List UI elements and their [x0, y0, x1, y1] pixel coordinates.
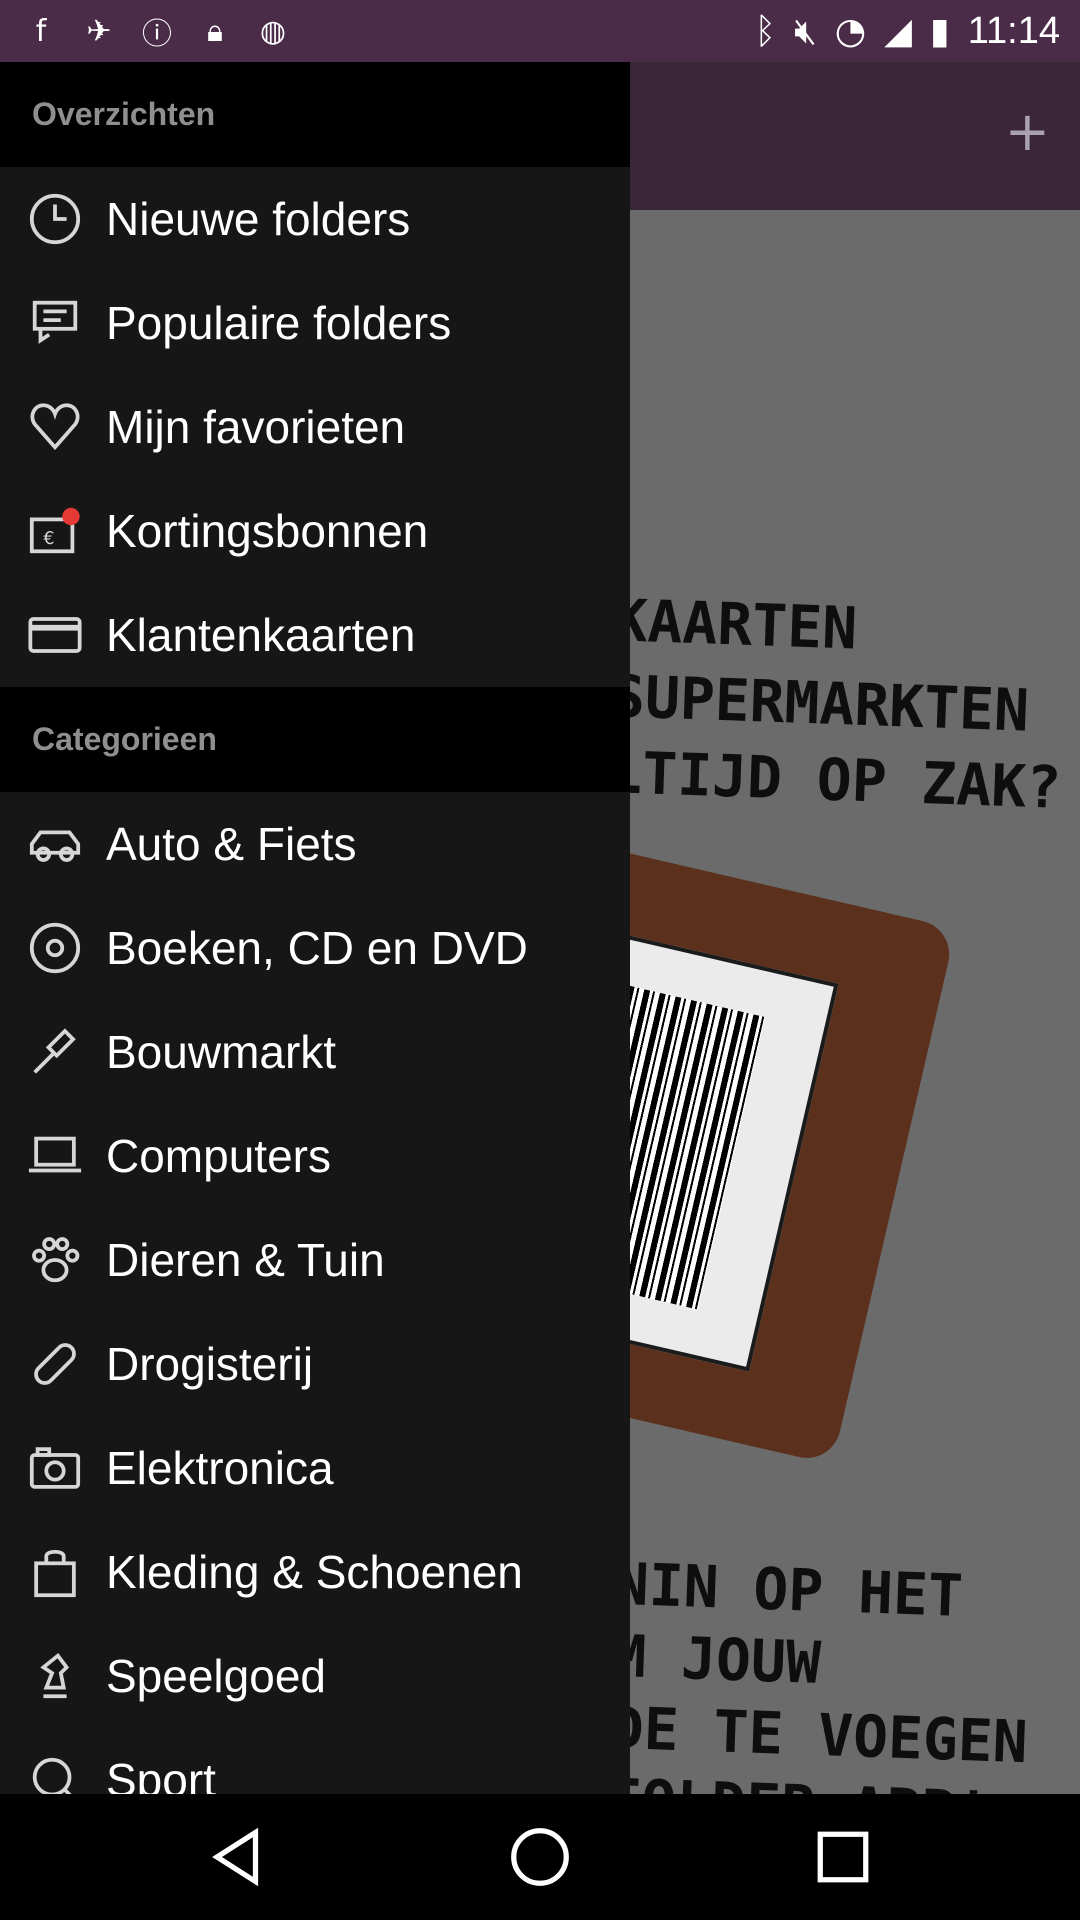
drawer-item-bouwmarkt[interactable]: Bouwmarkt [0, 1000, 630, 1104]
drawer-item-label: Populaire folders [106, 297, 452, 349]
drawer-item-label: Kortingsbonnen [106, 505, 429, 557]
home-icon[interactable] [505, 1822, 575, 1892]
drawer-item-label: Bouwmarkt [106, 1026, 337, 1078]
back-icon[interactable] [203, 1822, 273, 1892]
lock-icon: 🔒︎ [207, 13, 223, 49]
drawer-item-kleding-schoenen[interactable]: Kleding & Schoenen [0, 1520, 630, 1624]
bandage-icon [20, 1329, 90, 1399]
car-icon [20, 809, 90, 879]
drawer-item-label: Nieuwe folders [106, 193, 411, 245]
camera-icon [20, 1433, 90, 1503]
drawer-item-sport[interactable]: Sport [0, 1728, 630, 1794]
section-header-overzichten: Overzichten [0, 62, 630, 167]
drawer-item-label: Elektronica [106, 1442, 334, 1494]
drawer-item-label: Klantenkaarten [106, 609, 416, 661]
navigation-drawer: Overzichten Nieuwe folders Populaire fol… [0, 62, 630, 1794]
section-header-categorieen: Categorieen [0, 687, 630, 792]
status-time: 11:14 [967, 10, 1060, 52]
promo-text-top: KAARTEN SUPERMARKTEN LTIJD OP ZAK? [606, 586, 1063, 822]
drawer-item-drogisterij[interactable]: Drogisterij [0, 1312, 630, 1416]
wifi-icon: ◔ [834, 11, 867, 52]
battery-icon: ▮ [929, 11, 950, 52]
drawer-item-label: Sport [106, 1754, 216, 1794]
bag-icon [20, 1537, 90, 1607]
sport-icon [20, 1745, 90, 1794]
facebook-icon: f [35, 13, 47, 49]
screwdriver-icon [20, 1017, 90, 1087]
add-button[interactable]: + [1005, 105, 1050, 159]
fake-gps-icon: ✈ [86, 13, 112, 49]
drawer-item-dieren-tuin[interactable]: Dieren & Tuin [0, 1208, 630, 1312]
recents-icon[interactable] [808, 1822, 878, 1892]
drawer-item-auto-fiets[interactable]: Auto & Fiets [0, 792, 630, 896]
status-bar: f ✈ ⓘ 🔒︎ ◍ ᛒ 🔇︎ ◔ ◢ ▮ 11:14 [0, 0, 1080, 62]
drawer-item-label: Boeken, CD en DVD [106, 922, 528, 974]
system-nav-bar [0, 1794, 1080, 1920]
popular-icon [20, 288, 90, 358]
drawer-item-boeken-cd-dvd[interactable]: Boeken, CD en DVD [0, 896, 630, 1000]
drawer-item-label: Auto & Fiets [106, 818, 357, 870]
paw-icon [20, 1225, 90, 1295]
drawer-item-label: Speelgoed [106, 1650, 326, 1702]
drawer-item-label: Kleding & Schoenen [106, 1546, 523, 1598]
disc-icon [20, 913, 90, 983]
bluetooth-icon: ᛒ [754, 11, 777, 52]
drawer-item-klantenkaarten[interactable]: Klantenkaarten [0, 583, 630, 687]
drawer-item-kortingsbonnen[interactable]: € Kortingsbonnen [0, 479, 630, 583]
promo-text-bottom: NIN OP HET M JOUW DE TE VOEGEN FOLDER AP… [605, 1549, 1029, 1794]
heart-icon [20, 392, 90, 462]
signal-icon: ◢ [884, 11, 912, 52]
drawer-item-populaire-folders[interactable]: Populaire folders [0, 271, 630, 375]
mute-icon: 🔇︎ [794, 10, 817, 52]
drawer-item-label: Drogisterij [106, 1338, 314, 1390]
laptop-icon [20, 1121, 90, 1191]
clock-icon [20, 184, 90, 254]
drawer-item-speelgoed[interactable]: Speelgoed [0, 1624, 630, 1728]
drawer-item-computers[interactable]: Computers [0, 1104, 630, 1208]
drawer-item-label: Dieren & Tuin [106, 1234, 385, 1286]
drawer-item-mijn-favorieten[interactable]: Mijn favorieten [0, 375, 630, 479]
chess-knight-icon [20, 1641, 90, 1711]
card-icon [20, 600, 90, 670]
drawer-item-label: Mijn favorieten [106, 401, 406, 453]
svg-text:€: € [43, 529, 54, 549]
android-icon: ◍ [259, 13, 287, 49]
drawer-item-nieuwe-folders[interactable]: Nieuwe folders [0, 167, 630, 271]
coupon-icon: € [20, 496, 90, 566]
drawer-item-label: Computers [106, 1130, 331, 1182]
drawer-item-elektronica[interactable]: Elektronica [0, 1416, 630, 1520]
info-icon: ⓘ [142, 17, 172, 52]
